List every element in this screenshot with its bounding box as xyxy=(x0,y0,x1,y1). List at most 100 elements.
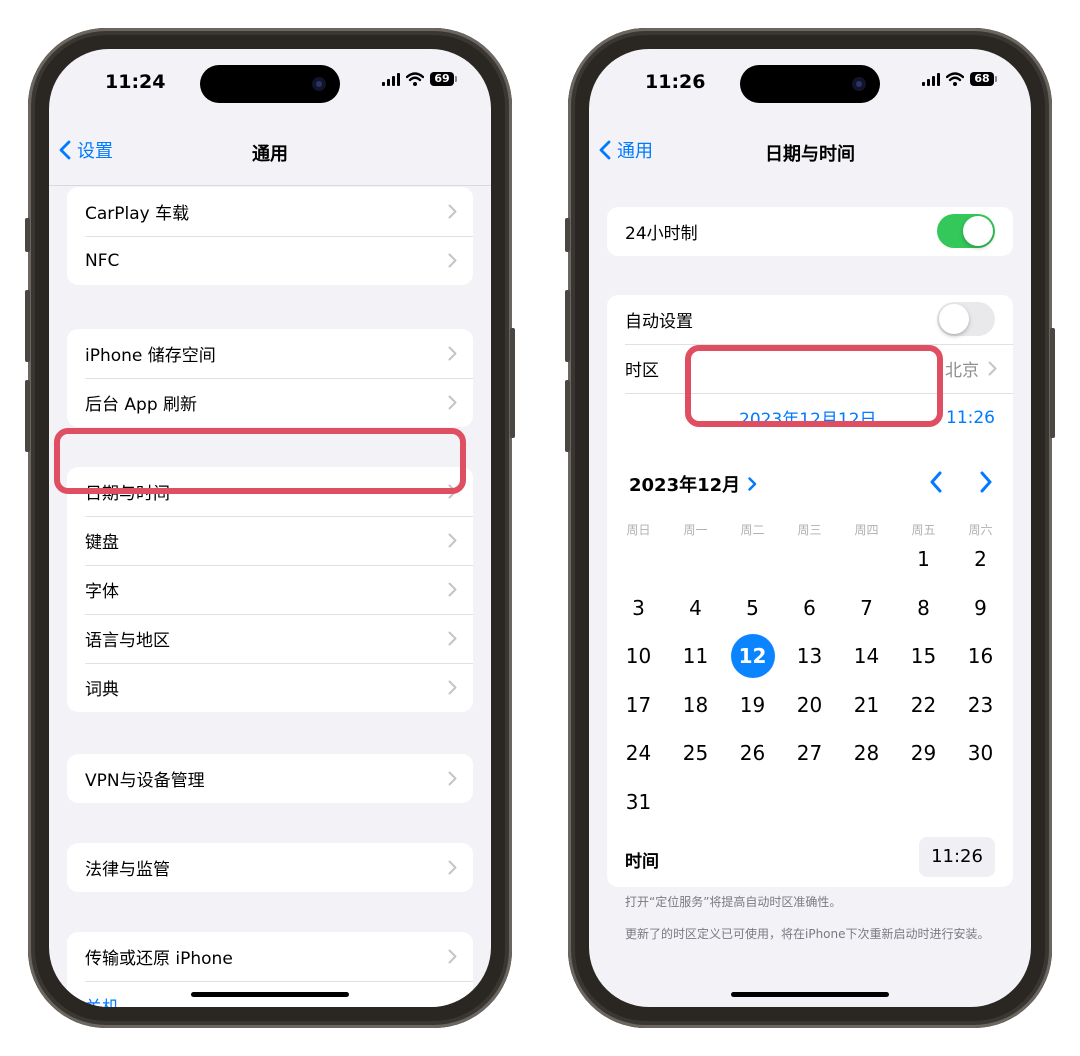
wifi-icon xyxy=(946,72,964,86)
nav-divider xyxy=(49,185,491,186)
row-24-hour: 24小时制 xyxy=(607,207,1013,256)
calendar-day[interactable]: 23 xyxy=(959,683,1003,727)
row-label: 时区 xyxy=(625,361,659,381)
weekday-label: 周五 xyxy=(911,523,936,537)
row-dictionary[interactable]: 词典 xyxy=(67,663,473,712)
power-button xyxy=(510,328,515,438)
calendar-day[interactable]: 16 xyxy=(959,634,1003,678)
volume-down-button xyxy=(25,380,30,452)
calendar-day[interactable]: 11 xyxy=(674,634,718,678)
home-indicator[interactable] xyxy=(191,992,349,997)
volume-up-button xyxy=(565,290,570,362)
row-legal-regulatory[interactable]: 法律与监管 xyxy=(67,843,473,892)
calendar-day[interactable]: 3 xyxy=(617,586,661,630)
chevron-right-icon xyxy=(448,253,457,268)
calendar-day[interactable]: 18 xyxy=(674,683,718,727)
calendar-day[interactable]: 25 xyxy=(674,731,718,775)
calendar-day[interactable]: 1 xyxy=(902,537,946,581)
chevron-right-icon xyxy=(748,477,757,491)
calendar-day[interactable]: 8 xyxy=(902,586,946,630)
dynamic-island xyxy=(200,65,340,103)
calendar-day[interactable]: 21 xyxy=(845,683,889,727)
calendar-day-selected[interactable]: 12 xyxy=(730,634,775,678)
calendar-day[interactable]: 9 xyxy=(959,586,1003,630)
month-picker-button[interactable]: 2023年12月 xyxy=(629,471,757,497)
row-label: 后台 App 刷新 xyxy=(85,395,198,415)
screen-general-settings: 11:24 69 设置 通用 CarPlay 车载 NFC iPhone 储存空… xyxy=(49,49,491,1007)
chevron-right-icon xyxy=(448,582,457,597)
time-value-button[interactable]: 11:26 xyxy=(919,837,995,877)
status-icons: 68 xyxy=(922,72,997,86)
navigation-bar: 通用 日期与时间 xyxy=(589,131,1031,175)
row-language-region[interactable]: 语言与地区 xyxy=(67,614,473,663)
selected-time[interactable]: 11:26 xyxy=(946,408,995,428)
group-vpn: VPN与设备管理 xyxy=(67,754,473,803)
row-label: 语言与地区 xyxy=(85,631,170,651)
calendar-day[interactable]: 30 xyxy=(959,731,1003,775)
row-label: CarPlay 车载 xyxy=(85,204,190,224)
calendar-day[interactable]: 20 xyxy=(788,683,832,727)
next-month-icon[interactable] xyxy=(979,471,993,493)
row-label: 字体 xyxy=(85,582,119,602)
calendar-day[interactable]: 29 xyxy=(902,731,946,775)
calendar-day[interactable]: 13 xyxy=(788,634,832,678)
weekday-label: 周六 xyxy=(968,523,993,537)
calendar-day[interactable]: 2 xyxy=(959,537,1003,581)
calendar-day[interactable]: 26 xyxy=(731,731,775,775)
row-fonts[interactable]: 字体 xyxy=(67,565,473,614)
toggle-knob xyxy=(963,216,993,246)
chevron-right-icon xyxy=(448,533,457,548)
calendar-day[interactable]: 19 xyxy=(731,683,775,727)
row-label: 自动设置 xyxy=(625,312,693,332)
group-carplay-nfc: CarPlay 车载 NFC xyxy=(67,187,473,285)
volume-down-button xyxy=(565,380,570,452)
volume-up-button xyxy=(25,290,30,362)
toggle-24-hour[interactable] xyxy=(937,214,995,248)
row-iphone-storage[interactable]: iPhone 储存空间 xyxy=(67,329,473,378)
row-label: VPN与设备管理 xyxy=(85,771,205,791)
calendar-day[interactable]: 4 xyxy=(674,586,718,630)
row-nfc[interactable]: NFC xyxy=(67,236,473,285)
row-label: NFC xyxy=(85,250,120,271)
power-button xyxy=(1050,328,1055,438)
calendar-day[interactable]: 5 xyxy=(731,586,775,630)
calendar-day[interactable]: 31 xyxy=(617,780,661,824)
calendar-day[interactable]: 27 xyxy=(788,731,832,775)
calendar-day[interactable]: 14 xyxy=(845,634,889,678)
group-legal: 法律与监管 xyxy=(67,843,473,892)
row-auto-set: 自动设置 xyxy=(607,295,1013,344)
row-carplay[interactable]: CarPlay 车载 xyxy=(67,187,473,236)
calendar-day[interactable]: 28 xyxy=(845,731,889,775)
chevron-right-icon xyxy=(448,771,457,786)
chevron-right-icon xyxy=(448,631,457,646)
previous-month-icon[interactable] xyxy=(929,471,943,493)
navigation-bar: 设置 通用 xyxy=(49,131,491,175)
highlight-selected-date xyxy=(685,345,943,427)
cellular-signal-icon xyxy=(382,72,400,86)
row-transfer-reset[interactable]: 传输或还原 iPhone xyxy=(67,932,473,981)
status-icons: 69 xyxy=(382,72,457,86)
month-label: 2023年12月 xyxy=(629,475,741,496)
calendar-day[interactable]: 7 xyxy=(845,586,889,630)
chevron-right-icon xyxy=(448,949,457,964)
calendar-day[interactable]: 10 xyxy=(617,634,661,678)
timezone-value: 北京 xyxy=(945,361,979,381)
time-row-label: 时间 xyxy=(625,852,659,872)
calendar-day[interactable]: 15 xyxy=(902,634,946,678)
home-indicator[interactable] xyxy=(731,992,889,997)
row-label: iPhone 储存空间 xyxy=(85,346,216,366)
row-background-refresh[interactable]: 后台 App 刷新 xyxy=(67,378,473,427)
row-label: 传输或还原 iPhone xyxy=(85,949,233,969)
calendar-day[interactable]: 17 xyxy=(617,683,661,727)
toggle-auto-set[interactable] xyxy=(937,302,995,336)
row-keyboard[interactable]: 键盘 xyxy=(67,516,473,565)
calendar-day[interactable]: 6 xyxy=(788,586,832,630)
calendar-day[interactable]: 24 xyxy=(617,731,661,775)
footnote-location: 打开“定位服务”将提高自动时区准确性。 xyxy=(625,895,842,909)
page-title: 通用 xyxy=(252,144,288,165)
row-label: 词典 xyxy=(85,680,119,700)
group-storage: iPhone 储存空间 后台 App 刷新 xyxy=(67,329,473,427)
status-time: 11:24 xyxy=(105,71,166,93)
calendar-day[interactable]: 22 xyxy=(902,683,946,727)
row-vpn-device-management[interactable]: VPN与设备管理 xyxy=(67,754,473,803)
